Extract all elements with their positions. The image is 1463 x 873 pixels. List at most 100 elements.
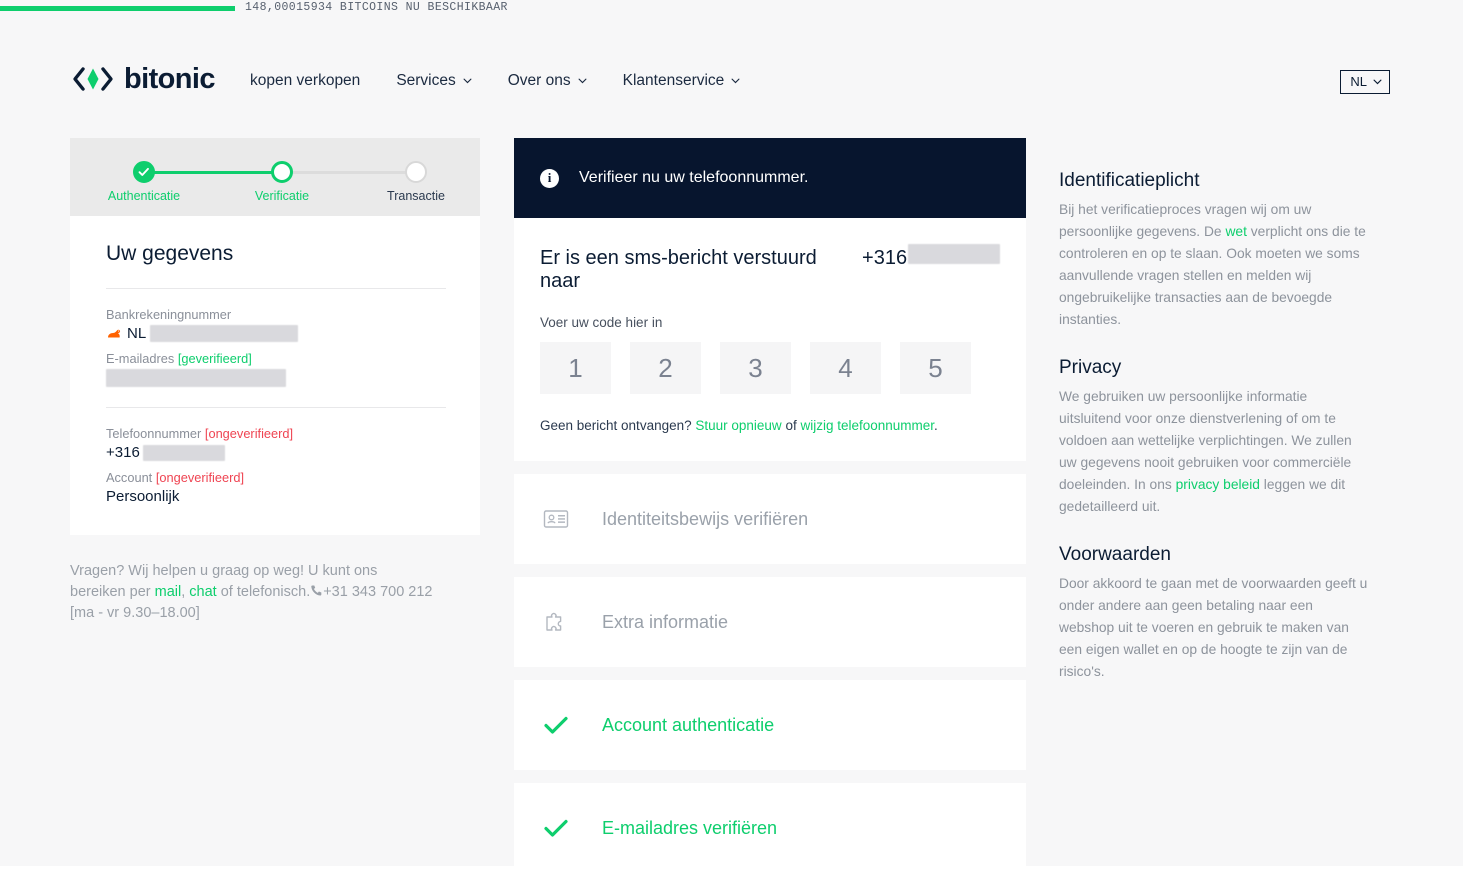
account-label-text: Account — [106, 470, 153, 485]
ing-lion-icon — [108, 329, 121, 337]
bitonic-logo[interactable]: bitonic — [70, 63, 215, 95]
resend-row: Geen bericht ontvangen? Stuur opnieuw of… — [540, 418, 1000, 433]
aside-heading-privacy: Privacy — [1059, 357, 1122, 378]
user-details-title: Uw gegevens — [106, 242, 234, 265]
nav-item-services[interactable]: Services — [396, 72, 472, 90]
accordion-item-email-verifieren[interactable]: E-mailadres verifiëren — [514, 783, 1026, 873]
stepper-label: Verificatie — [254, 189, 310, 203]
stepper-step-verificatie[interactable]: Verificatie — [227, 138, 337, 203]
phone-prefix: +316 — [106, 444, 140, 461]
wet-link[interactable]: wet — [1225, 224, 1246, 239]
nav-label: Over ons — [507, 72, 571, 89]
code-input-5[interactable]: 5 — [900, 342, 971, 394]
code-input-label: Voer uw code hier in — [540, 315, 663, 330]
banner-text: Verifieer nu uw telefoonnummer. — [579, 169, 809, 186]
accordion-item-identiteitsbewijs[interactable]: Identiteitsbewijs verifiëren — [514, 474, 1026, 564]
stepper-step-transactie[interactable]: Transactie — [361, 138, 471, 203]
stepper-dot-current — [271, 161, 293, 183]
divider — [106, 288, 446, 289]
chevron-down-icon — [731, 78, 740, 84]
aside-heading-identificatieplicht: Identificatieplicht — [1059, 170, 1200, 191]
help-line-1: Vragen? Wij helpen u graag op weg! U kun… — [70, 563, 378, 579]
redacted-sms-number — [908, 244, 1000, 264]
redacted-phone — [142, 444, 225, 461]
code-input-1[interactable]: 1 — [540, 342, 611, 394]
phone-icon — [311, 585, 322, 596]
bitonic-wordmark: bitonic — [124, 63, 215, 95]
right-sidebar: Identificatieplicht Bij het verificatiep… — [1059, 170, 1371, 709]
divider — [106, 407, 446, 408]
stepper-dot-todo — [405, 161, 427, 183]
accordion-item-extra-informatie[interactable]: Extra informatie — [514, 577, 1026, 667]
sms-heading: Er is een sms-bericht verstuurd naar +316 — [540, 244, 1000, 293]
account-status-badge: [ongeverifieerd] — [155, 470, 245, 485]
language-selector-value: NL — [1350, 74, 1367, 89]
aside-body-privacy: We gebruiken uw persoonlijke informatie … — [1059, 386, 1371, 518]
verify-phone-banner: i Verifieer nu uw telefoonnummer. — [514, 138, 1026, 218]
email-value — [106, 369, 446, 387]
nav-label: Klantenservice — [622, 72, 725, 89]
aside-text-pre: Door akkoord te gaan met de voorwaarden … — [1059, 576, 1368, 679]
help-hours: [ma - vr 9.30–18.00] — [70, 605, 200, 621]
privacy-beleid-link[interactable]: privacy beleid — [1176, 477, 1260, 492]
phone-value: +316 — [106, 444, 446, 461]
user-details-card: Uw gegevens Bankrekeningnummer NL E-mail… — [70, 216, 480, 535]
account-label: Account [ongeverifieerd] — [106, 470, 446, 485]
resend-separator: of — [781, 418, 801, 433]
email-label: E-mailadres [geverifieerd] — [106, 351, 446, 366]
stepper-dot-done — [133, 161, 155, 183]
code-input-row: 1 2 3 4 5 — [540, 342, 1000, 394]
bank-account-value: NL — [106, 325, 446, 342]
aside-body-voorwaarden: Door akkoord te gaan met de voorwaarden … — [1059, 573, 1371, 683]
account-value: Persoonlijk — [106, 488, 180, 505]
puzzle-piece-icon — [546, 612, 562, 631]
language-selector[interactable]: NL — [1340, 70, 1390, 94]
site-header: bitonic kopen verkopen Services Over ons… — [0, 20, 1463, 108]
nav-item-over-ons[interactable]: Over ons — [508, 72, 587, 90]
code-input-2[interactable]: 2 — [630, 342, 701, 394]
nav-item-kopen-verkopen[interactable]: kopen verkopen — [250, 72, 360, 90]
check-icon — [544, 819, 568, 837]
accordion-label: Extra informatie — [602, 611, 729, 632]
sms-verification-card: Er is een sms-bericht verstuurd naar +316… — [514, 218, 1026, 461]
bitcoin-availability-progress — [0, 6, 235, 11]
phone-label: Telefoonnummer [ongeverifieerd] — [106, 426, 446, 441]
code-input-4[interactable]: 4 — [810, 342, 881, 394]
bank-account-prefix: NL — [127, 325, 147, 342]
redacted-bank-number — [150, 325, 299, 342]
aside-heading-voorwaarden: Voorwaarden — [1059, 544, 1171, 565]
sms-heading-text: Er is een sms-bericht verstuurd naar — [540, 247, 817, 292]
chevron-down-icon — [463, 78, 472, 84]
email-label-text: E-mailadres — [106, 351, 175, 366]
phone-status-badge: [ongeverifieerd] — [204, 426, 294, 441]
mail-link[interactable]: mail — [155, 584, 182, 600]
resend-period: . — [934, 418, 938, 433]
resend-prompt: Geen bericht ontvangen? — [540, 418, 696, 433]
check-icon — [544, 716, 568, 734]
accordion-item-account-authenticatie[interactable]: Account authenticatie — [514, 680, 1026, 770]
chat-link[interactable]: chat — [189, 584, 216, 600]
sms-heading-number: +316 — [862, 247, 908, 269]
change-phone-link[interactable]: wijzig telefoonnummer — [800, 418, 934, 433]
help-line-2-pre: bereiken per — [70, 584, 155, 600]
accordion-label: E-mailadres verifiëren — [602, 817, 778, 838]
stepper-step-authenticatie[interactable]: Authenticatie — [89, 138, 199, 203]
page-body: Authenticatie Verificatie Transactie Uw … — [0, 108, 1463, 873]
id-card-icon — [543, 510, 569, 528]
help-phone-number: +31 343 700 212 — [323, 584, 433, 600]
redacted-email — [106, 369, 286, 387]
resend-link[interactable]: Stuur opnieuw — [695, 418, 781, 433]
bitcoin-availability-text: 148,00015934 BITCOINS NU BESCHIKBAAR — [245, 1, 508, 14]
stepper-label: Authenticatie — [107, 189, 181, 203]
nav-item-klantenservice[interactable]: Klantenservice — [623, 72, 741, 90]
chevron-down-icon — [578, 78, 587, 84]
stepper-label: Transactie — [387, 189, 445, 203]
main-navigation: kopen verkopen Services Over ons Klanten… — [250, 72, 740, 90]
code-input-3[interactable]: 3 — [720, 342, 791, 394]
bank-account-label: Bankrekeningnummer — [106, 307, 232, 322]
ticker-bar-area: 148,00015934 BITCOINS NU BESCHIKBAAR — [0, 0, 1463, 20]
chevron-down-icon — [1373, 79, 1382, 84]
nav-label: kopen verkopen — [250, 72, 361, 89]
help-contact-text: Vragen? Wij helpen u graag op weg! U kun… — [70, 561, 470, 624]
info-icon: i — [540, 168, 559, 188]
